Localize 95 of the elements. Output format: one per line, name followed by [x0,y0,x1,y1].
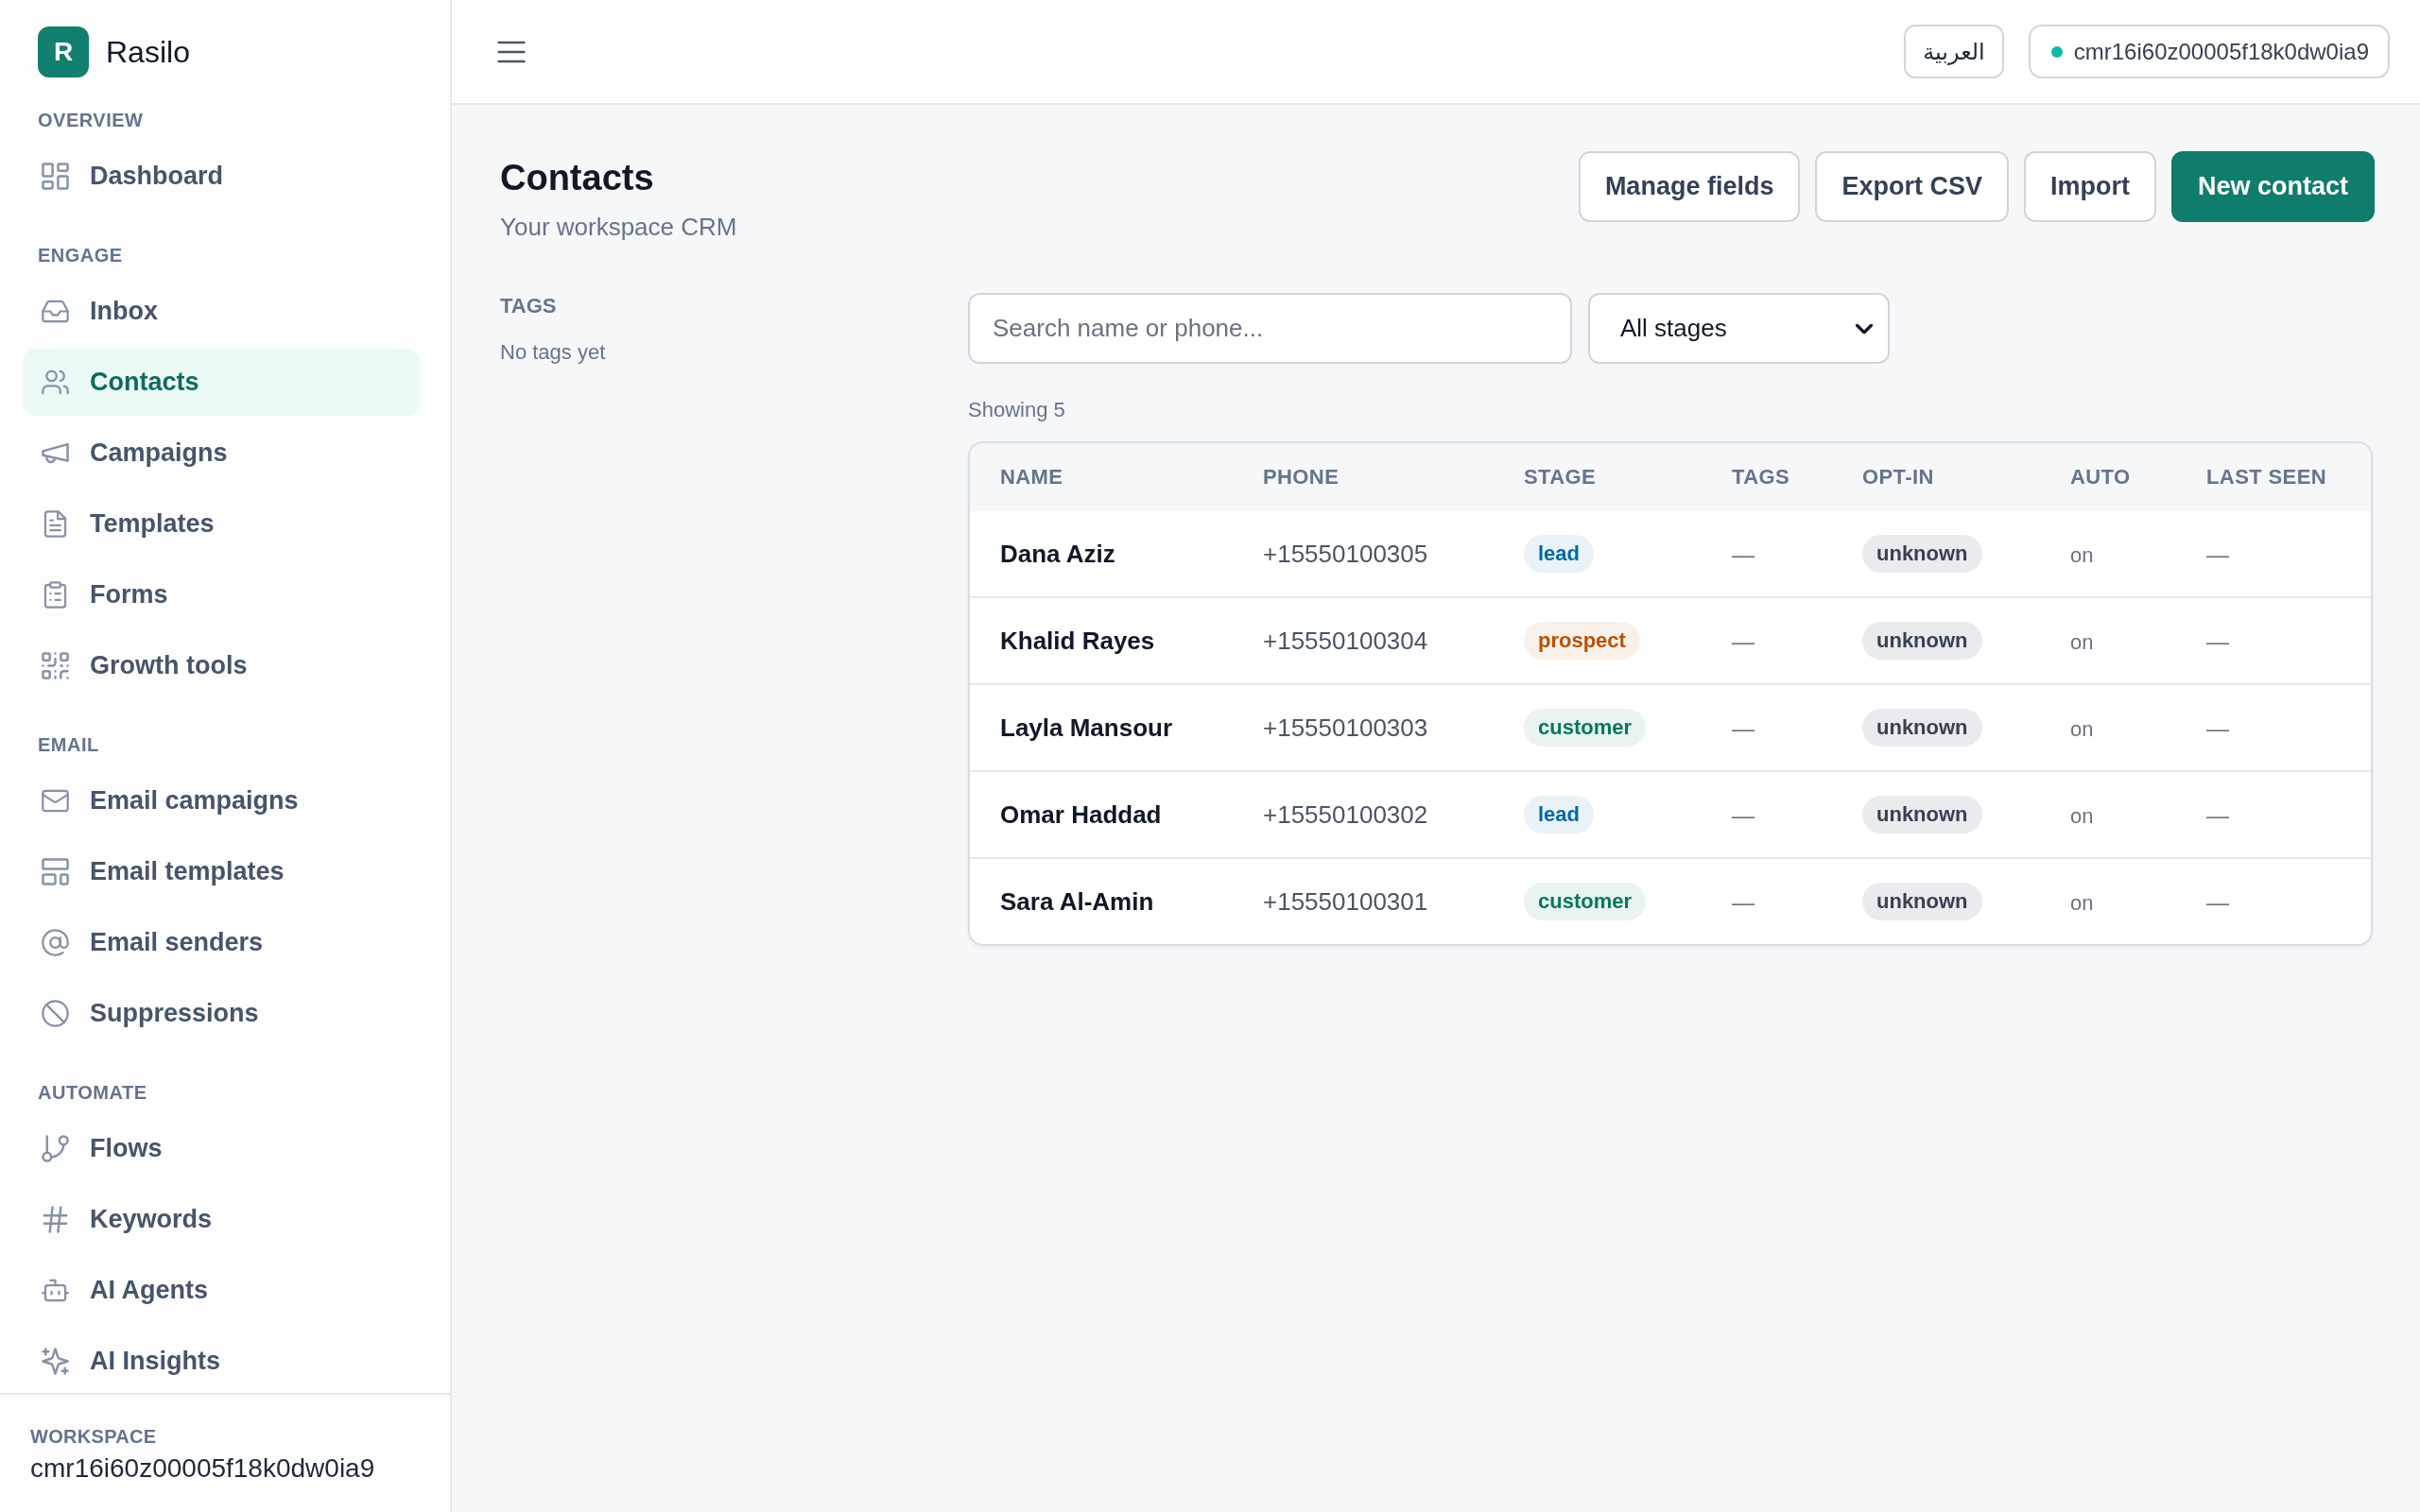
branch-icon [42,1135,69,1162]
nav-item[interactable]: Inbox [23,278,420,345]
workspace-label: WORKSPACE [30,1425,157,1448]
column-header: TAGS [1732,465,1790,489]
nav-item[interactable]: Flows [23,1115,420,1182]
column-header: AUTO [2070,465,2131,489]
last-seen-value: — [2206,888,2229,915]
search-field[interactable]: Search name or phone... [968,293,1572,364]
tags-value: — [1732,541,1754,567]
chevron-down-icon [1856,323,1873,334]
contact-name: Khalid Rayes [1000,626,1155,655]
ban-icon [42,1000,69,1027]
action-button[interactable]: New contact [2170,151,2375,222]
clipboard-list-icon [42,581,69,609]
nav-item[interactable]: Dashboard [23,143,420,210]
brand-name: Rasilo [106,34,190,70]
workspace-switcher[interactable]: cmr16i60z00005f18k0dw0ia9 [2028,25,2390,78]
workspace-id: cmr16i60z00005f18k0dw0ia9 [30,1452,375,1485]
envelope-icon [42,787,69,815]
language-button[interactable]: العربية [1904,25,2004,78]
tags-value: — [1732,888,1754,915]
nav-item[interactable]: AI Agents [23,1257,420,1324]
section-label: ENGAGE [38,244,123,266]
contact-name: Omar Haddad [1000,799,1162,829]
stage-filter-select[interactable]: All stages [1588,293,1890,364]
phone-number: +15550100303 [1263,713,1428,742]
column-header: LAST SEEN [2206,465,2327,489]
users-icon [42,369,69,396]
nav-item[interactable]: Growth tools [23,632,420,699]
document-icon [42,510,69,538]
nav-item[interactable]: AI Insights [23,1328,420,1393]
auto-value: on [2070,803,2094,828]
opt-in-badge: unknown [1862,535,1982,573]
opt-in-badge: unknown [1862,883,1982,920]
tags-heading: TAGS [500,293,557,319]
action-button[interactable]: Manage fields [1578,151,1801,222]
nav-item[interactable]: Campaigns [23,420,420,487]
nav-item[interactable]: Forms [23,561,420,628]
dashboard-grid-icon [42,163,69,190]
nav-item[interactable]: Email senders [23,909,420,976]
section-label: OVERVIEW [38,109,144,131]
auto-value: on [2070,629,2094,654]
section-label: AUTOMATE [38,1081,147,1104]
inbox-tray-icon [42,298,69,325]
section-label: EMAIL [38,733,99,756]
robot-icon [42,1277,69,1304]
last-seen-value: — [2206,627,2229,654]
page-subtitle: Your workspace CRM [500,212,737,242]
phone-number: +15550100302 [1263,799,1428,829]
phone-number: +15550100304 [1263,626,1428,655]
stage-badge: prospect [1524,622,1640,660]
nav-item[interactable]: Templates [23,490,420,558]
tags-value: — [1732,627,1754,654]
contact-name: Dana Aziz [1000,539,1115,568]
status-dot-icon [2050,45,2063,58]
phone-number: +15550100301 [1263,886,1428,916]
column-header: OPT-IN [1862,465,1934,489]
contact-name: Layla Mansour [1000,713,1173,742]
stage-badge: customer [1524,883,1647,920]
menu-icon [497,40,526,63]
action-button[interactable]: Export CSV [1815,151,2009,222]
qr-code-icon [42,652,69,679]
stage-badge: lead [1524,535,1595,573]
nav-item[interactable]: Email templates [23,838,420,905]
hash-icon [42,1206,69,1233]
nav-item[interactable]: Contacts [23,349,420,416]
column-header: NAME [1000,465,1063,489]
layout-template-icon [42,858,69,885]
last-seen-value: — [2206,801,2229,828]
page-title: Contacts [500,157,654,199]
tags-value: — [1732,714,1754,741]
auto-value: on [2070,890,2094,915]
tags-value: — [1732,801,1754,828]
brand-logo: R [38,26,89,77]
nav-item[interactable]: Email campaigns [23,767,420,834]
opt-in-badge: unknown [1862,709,1982,747]
nav-item[interactable]: Suppressions [23,980,420,1047]
action-button[interactable]: Import [2023,151,2156,222]
sparkle-icon [42,1348,69,1375]
phone-number: +15550100305 [1263,539,1428,568]
last-seen-value: — [2206,541,2229,567]
last-seen-value: — [2206,714,2229,741]
column-header: PHONE [1263,465,1340,489]
opt-in-badge: unknown [1862,622,1982,660]
results-count: Showing 5 [968,397,1065,423]
opt-in-badge: unknown [1862,796,1982,833]
auto-value: on [2070,716,2094,741]
stage-badge: customer [1524,709,1647,747]
at-sign-icon [42,929,69,956]
auto-value: on [2070,542,2094,567]
contact-name: Sara Al-Amin [1000,886,1154,916]
empty-tags-text: No tags yet [500,339,606,366]
nav-item[interactable]: Keywords [23,1186,420,1253]
stage-badge: lead [1524,796,1595,833]
column-header: STAGE [1524,465,1597,489]
